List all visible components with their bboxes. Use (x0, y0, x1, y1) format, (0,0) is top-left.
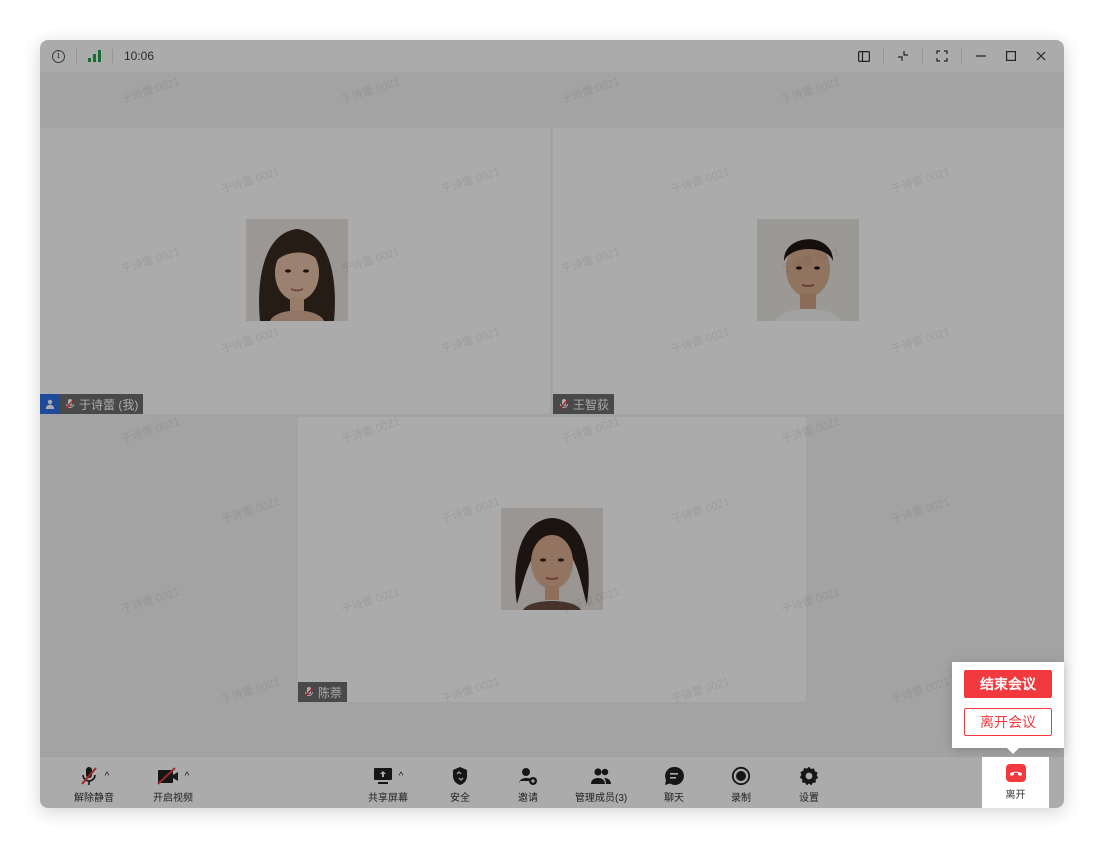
avatar (501, 508, 603, 610)
toolbar-label: 安全 (450, 793, 470, 804)
close-icon[interactable] (1026, 40, 1056, 72)
mic-muted-icon (80, 767, 97, 785)
unmute-button[interactable]: ^ 解除静音 (74, 765, 114, 804)
leave-meeting-popup: 结束会议 离开会议 (952, 662, 1064, 748)
toolbar-label: 共享屏幕 (368, 793, 408, 804)
avatar (757, 219, 859, 321)
video-tile-participant[interactable]: 王智荻 (553, 128, 1064, 414)
watermark: 于诗蕾 0021 (889, 675, 952, 707)
toolbar-label: 开启视频 (153, 793, 193, 804)
gear-icon (799, 766, 819, 786)
mic-muted-icon (304, 687, 314, 697)
video-stage: 于诗蕾 (我) 王智荻 陈萘 于诗蕾 0021 于诗蕾 0021 于诗蕾 002… (40, 72, 1064, 757)
chevron-up-icon[interactable]: ^ (185, 771, 190, 782)
camera-off-icon (156, 767, 178, 785)
chevron-up-icon[interactable]: ^ (105, 771, 110, 782)
watermark: 于诗蕾 0021 (779, 75, 842, 107)
meeting-toolbar: ^ 解除静音 ^ 开启视频 ^ 共享屏幕 安全 邀请 管理成员(3) 聊天 录制… (40, 757, 1064, 808)
security-button[interactable]: 安全 (450, 765, 470, 804)
participant-name-tag: 王智荻 (553, 394, 615, 414)
toolbar-label: 离开 (1005, 790, 1026, 801)
end-meeting-button[interactable]: 结束会议 (964, 670, 1052, 698)
manage-members-button[interactable]: 管理成员(3) (575, 765, 627, 804)
participant-name: 于诗蕾 (我) (79, 397, 139, 412)
toolbar-label: 聊天 (664, 793, 684, 804)
members-icon (591, 768, 612, 784)
toolbar-label: 解除静音 (74, 793, 114, 804)
chat-button[interactable]: 聊天 (664, 765, 684, 804)
start-video-button[interactable]: ^ 开启视频 (153, 765, 193, 804)
participant-name: 陈萘 (318, 685, 343, 700)
watermark: 于诗蕾 0021 (339, 75, 402, 107)
settings-button[interactable]: 设置 (799, 765, 819, 804)
add-user-icon (519, 768, 537, 785)
meeting-window: i 10:06 于诗蕾 (我) 王智荻 陈萘 于诗蕾 0021 于诗蕾 0021… (40, 40, 1064, 808)
maximize-icon[interactable] (996, 40, 1026, 72)
divider (76, 49, 77, 63)
share-screen-icon (373, 768, 392, 784)
watermark: 于诗蕾 0021 (219, 495, 282, 527)
invite-button[interactable]: 邀请 (518, 765, 538, 804)
avatar (246, 219, 348, 321)
chat-icon (665, 766, 684, 785)
watermark: 于诗蕾 0021 (119, 415, 182, 447)
mic-muted-icon (559, 399, 569, 409)
toolbar-label: 录制 (731, 793, 751, 804)
divider (883, 49, 884, 63)
self-user-icon (40, 394, 60, 414)
divider (922, 49, 923, 63)
toolbar-label: 管理成员(3) (575, 793, 628, 804)
shield-icon (453, 767, 467, 785)
fullscreen-icon[interactable] (927, 40, 957, 72)
watermark: 于诗蕾 0021 (219, 675, 282, 707)
video-tile-participant[interactable]: 陈萘 (298, 417, 806, 702)
hang-up-icon (1005, 764, 1026, 782)
participant-name-tag: 于诗蕾 (我) (40, 394, 144, 414)
info-icon[interactable]: i (52, 49, 65, 63)
divider (112, 49, 113, 63)
share-screen-button[interactable]: ^ 共享屏幕 (368, 765, 408, 804)
watermark: 于诗蕾 0021 (559, 75, 622, 107)
video-tile-self[interactable]: 于诗蕾 (我) (40, 128, 550, 414)
toolbar-label: 邀请 (518, 793, 538, 804)
minimize-view-icon[interactable] (888, 40, 918, 72)
chevron-up-icon[interactable]: ^ (399, 771, 404, 782)
record-icon (731, 766, 751, 786)
meeting-clock: 10:06 (124, 49, 155, 63)
watermark: 于诗蕾 0021 (119, 585, 182, 617)
toolbar-label: 设置 (799, 793, 819, 804)
signal-icon[interactable] (88, 50, 101, 62)
leave-meeting-button[interactable]: 离开会议 (964, 708, 1052, 736)
title-bar: i 10:06 (40, 40, 1064, 72)
watermark: 于诗蕾 0021 (119, 75, 182, 107)
record-button[interactable]: 录制 (731, 765, 751, 804)
minimize-icon[interactable] (966, 40, 996, 72)
leave-button[interactable]: 离开 (982, 757, 1049, 808)
participant-name: 王智荻 (573, 397, 610, 412)
mic-muted-icon (65, 399, 75, 409)
popup-arrow (1007, 748, 1019, 754)
watermark: 于诗蕾 0021 (889, 495, 952, 527)
participant-name-tag: 陈萘 (298, 682, 348, 702)
divider (961, 49, 962, 63)
sidebar-toggle-icon[interactable] (849, 40, 879, 72)
